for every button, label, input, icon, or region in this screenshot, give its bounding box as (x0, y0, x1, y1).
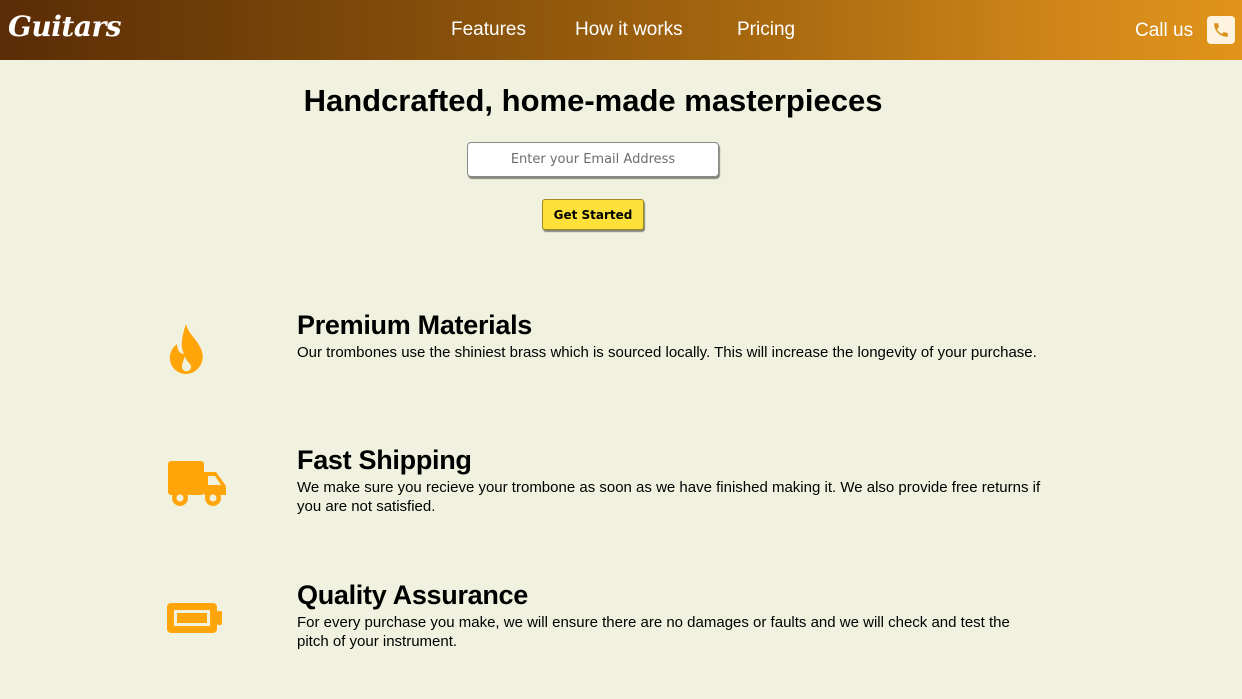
get-started-button[interactable]: Get Started (542, 199, 644, 230)
feature-title: Quality Assurance (297, 580, 528, 610)
nav-link-features[interactable]: Features (451, 19, 526, 41)
fire-icon (163, 320, 209, 376)
nav-link-pricing[interactable]: Pricing (737, 19, 795, 41)
email-input[interactable] (467, 142, 719, 177)
feature-title: Fast Shipping (297, 445, 472, 475)
site-header: Guitars Features How it works Pricing Ca… (0, 0, 1242, 60)
feature-title: Premium Materials (297, 310, 532, 340)
hero-title: Handcrafted, home-made masterpieces (303, 83, 883, 118)
battery-icon (164, 600, 224, 636)
feature-description: For every purchase you make, we will ens… (297, 614, 1010, 650)
truck-icon (165, 457, 229, 509)
feature-description: We make sure you recieve your trombone a… (297, 479, 1041, 515)
call-us-label[interactable]: Call us (1135, 20, 1193, 42)
phone-icon[interactable] (1207, 16, 1235, 44)
feature-description: Our trombones use the shiniest brass whi… (297, 344, 1037, 361)
site-logo[interactable]: Guitars (8, 10, 122, 43)
nav-link-how-it-works[interactable]: How it works (575, 19, 683, 41)
